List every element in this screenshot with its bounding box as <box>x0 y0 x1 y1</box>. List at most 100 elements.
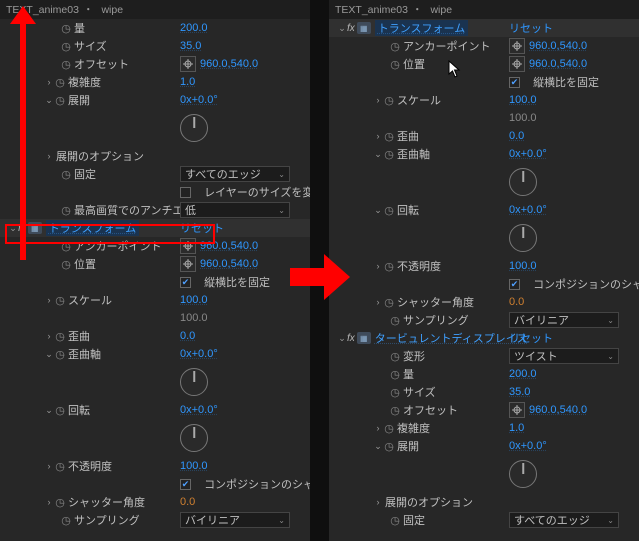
stopwatch-icon[interactable]: ◷ <box>383 204 395 217</box>
prop-evolution[interactable]: ⌄ ◷ 展開 0x+0.0° <box>329 437 639 455</box>
layer-name[interactable]: TEXT_anime03 <box>6 4 79 16</box>
prop-size[interactable]: ◷ サイズ 35.0 <box>0 37 310 55</box>
stopwatch-icon[interactable]: ◷ <box>389 40 401 53</box>
layer-name[interactable]: TEXT_anime03 <box>335 4 408 16</box>
stopwatch-icon[interactable]: ◷ <box>54 404 66 417</box>
reset-link[interactable]: リセット <box>180 220 224 236</box>
prop-skew-axis[interactable]: ⌄ ◷ 歪曲軸 0x+0.0° <box>0 345 310 363</box>
reset-link[interactable]: リセット <box>509 20 553 36</box>
offset-value[interactable]: 960.0,540.0 <box>200 58 258 70</box>
stopwatch-icon[interactable]: ◷ <box>383 260 395 273</box>
prop-resize-layer[interactable]: レイヤーのサイズを変更 <box>0 183 310 201</box>
twirl-icon[interactable]: › <box>373 95 383 105</box>
twirl-icon[interactable]: › <box>44 77 54 87</box>
stopwatch-icon[interactable]: ◷ <box>60 258 72 271</box>
angle-dial-icon[interactable] <box>509 168 537 196</box>
prop-anchor[interactable]: ◷ アンカーポイント 960.0,540.0 <box>329 37 639 55</box>
prop-amount[interactable]: ◷ 量 200.0 <box>0 19 310 37</box>
stopwatch-icon[interactable]: ◷ <box>389 368 401 381</box>
stopwatch-icon[interactable]: ◷ <box>60 168 72 181</box>
twirl-icon[interactable]: ⌄ <box>373 205 383 216</box>
prop-complexity[interactable]: › ◷ 複雑度 1.0 <box>0 73 310 91</box>
prop-shutter-angle[interactable]: › ◷ シャッター角度 0.0 <box>329 293 639 311</box>
fx-icon[interactable]: fx <box>347 23 355 34</box>
stopwatch-icon[interactable]: ◷ <box>60 22 72 35</box>
effect-transform-header[interactable]: ⌄ fx ▦ トランスフォーム リセット <box>329 19 639 37</box>
stopwatch-icon[interactable]: ◷ <box>60 514 72 527</box>
prop-pin[interactable]: ◷ 固定 すべてのエッジ⌄ <box>329 511 639 529</box>
point-picker-icon[interactable] <box>180 56 196 72</box>
prop-amount[interactable]: ◷ 量 200.0 <box>329 365 639 383</box>
sampling-dropdown[interactable]: バイリニア⌄ <box>509 312 619 328</box>
twirl-icon[interactable]: ⌄ <box>44 405 54 416</box>
stopwatch-icon[interactable]: ◷ <box>389 350 401 363</box>
comp-shutter-checkbox[interactable] <box>509 279 520 290</box>
twirl-icon[interactable]: ⌄ <box>44 95 54 106</box>
prop-evo-options[interactable]: › 展開のオプション <box>329 493 639 511</box>
prop-position[interactable]: ◷ 位置 960.0,540.0 <box>0 255 310 273</box>
prop-offset[interactable]: ◷ オフセット 960.0,540.0 <box>0 55 310 73</box>
twirl-icon[interactable]: › <box>44 295 54 305</box>
point-picker-icon[interactable] <box>509 56 525 72</box>
stopwatch-icon[interactable]: ◷ <box>389 514 401 527</box>
fx-icon[interactable]: fx <box>347 333 355 344</box>
angle-dial-icon[interactable] <box>509 224 537 252</box>
prop-sampling[interactable]: ◷ サンプリング バイリニア⌄ <box>329 311 639 329</box>
lock-aspect-checkbox[interactable] <box>180 277 191 288</box>
prop-comp-shutter[interactable]: コンポジションのシャッター… <box>329 275 639 293</box>
stopwatch-icon[interactable]: ◷ <box>389 404 401 417</box>
resize-checkbox[interactable] <box>180 187 191 198</box>
effect-tab[interactable]: wipe <box>426 3 456 17</box>
lock-aspect-checkbox[interactable] <box>509 77 520 88</box>
twirl-icon[interactable]: ⌄ <box>44 349 54 360</box>
stopwatch-icon[interactable]: ◷ <box>383 440 395 453</box>
prop-skew-axis[interactable]: ⌄ ◷ 歪曲軸 0x+0.0° <box>329 145 639 163</box>
stopwatch-icon[interactable]: ◷ <box>383 148 395 161</box>
prop-opacity[interactable]: › ◷ 不透明度 100.0 <box>329 257 639 275</box>
stopwatch-icon[interactable]: ◷ <box>383 94 395 107</box>
fx-icon[interactable]: fx <box>18 223 26 234</box>
stopwatch-icon[interactable]: ◷ <box>60 204 72 217</box>
twirl-icon[interactable]: ⌄ <box>337 333 347 344</box>
point-picker-icon[interactable] <box>180 256 196 272</box>
effect-name[interactable]: トランスフォーム <box>375 20 468 36</box>
prop-position[interactable]: ◷ 位置 960.0,540.0 <box>329 55 639 73</box>
prop-scale[interactable]: › ◷ スケール 100.0 <box>0 291 310 309</box>
prop-evolution[interactable]: ⌄ ◷ 展開 0x+0.0° <box>0 91 310 109</box>
stopwatch-icon[interactable]: ◷ <box>54 294 66 307</box>
stopwatch-icon[interactable]: ◷ <box>60 40 72 53</box>
angle-dial-icon[interactable] <box>180 114 208 142</box>
stopwatch-icon[interactable]: ◷ <box>60 58 72 71</box>
stopwatch-icon[interactable]: ◷ <box>54 460 66 473</box>
prop-rotation[interactable]: ⌄ ◷ 回転 0x+0.0° <box>329 201 639 219</box>
stopwatch-icon[interactable]: ◷ <box>54 330 66 343</box>
twirl-icon[interactable]: › <box>373 131 383 141</box>
twirl-icon[interactable]: ⌄ <box>373 149 383 160</box>
point-picker-icon[interactable] <box>180 238 196 254</box>
twirl-icon[interactable]: › <box>373 497 383 507</box>
stopwatch-icon[interactable]: ◷ <box>54 94 66 107</box>
antialias-dropdown[interactable]: 低⌄ <box>180 202 290 218</box>
prop-rotation[interactable]: ⌄ ◷ 回転 0x+0.0° <box>0 401 310 419</box>
effect-tab[interactable]: wipe <box>97 3 127 17</box>
stopwatch-icon[interactable]: ◷ <box>54 496 66 509</box>
prop-skew[interactable]: › ◷ 歪曲 0.0 <box>329 127 639 145</box>
twirl-icon[interactable]: › <box>44 497 54 507</box>
stopwatch-icon[interactable]: ◷ <box>383 130 395 143</box>
point-picker-icon[interactable] <box>509 402 525 418</box>
point-picker-icon[interactable] <box>509 38 525 54</box>
prop-deform[interactable]: ◷ 変形 ツイスト⌄ <box>329 347 639 365</box>
prop-lock-aspect[interactable]: 縦横比を固定 <box>0 273 310 291</box>
amount-value[interactable]: 200.0 <box>180 22 208 34</box>
prop-antialias[interactable]: ◷ 最高画質でのアンチエイリ… 低⌄ <box>0 201 310 219</box>
twirl-icon[interactable]: ⌄ <box>373 441 383 452</box>
prop-lock-aspect[interactable]: 縦横比を固定 <box>329 73 639 91</box>
stopwatch-icon[interactable]: ◷ <box>54 348 66 361</box>
reset-link[interactable]: リセット <box>509 330 553 346</box>
prop-shutter-angle[interactable]: › ◷ シャッター角度 0.0 <box>0 493 310 511</box>
comp-shutter-checkbox[interactable] <box>180 479 191 490</box>
prop-scale[interactable]: › ◷ スケール 100.0 <box>329 91 639 109</box>
pin-dropdown[interactable]: すべてのエッジ⌄ <box>509 512 619 528</box>
sampling-dropdown[interactable]: バイリニア⌄ <box>180 512 290 528</box>
prop-anchor[interactable]: ◷ アンカーポイント 960.0,540.0 <box>0 237 310 255</box>
